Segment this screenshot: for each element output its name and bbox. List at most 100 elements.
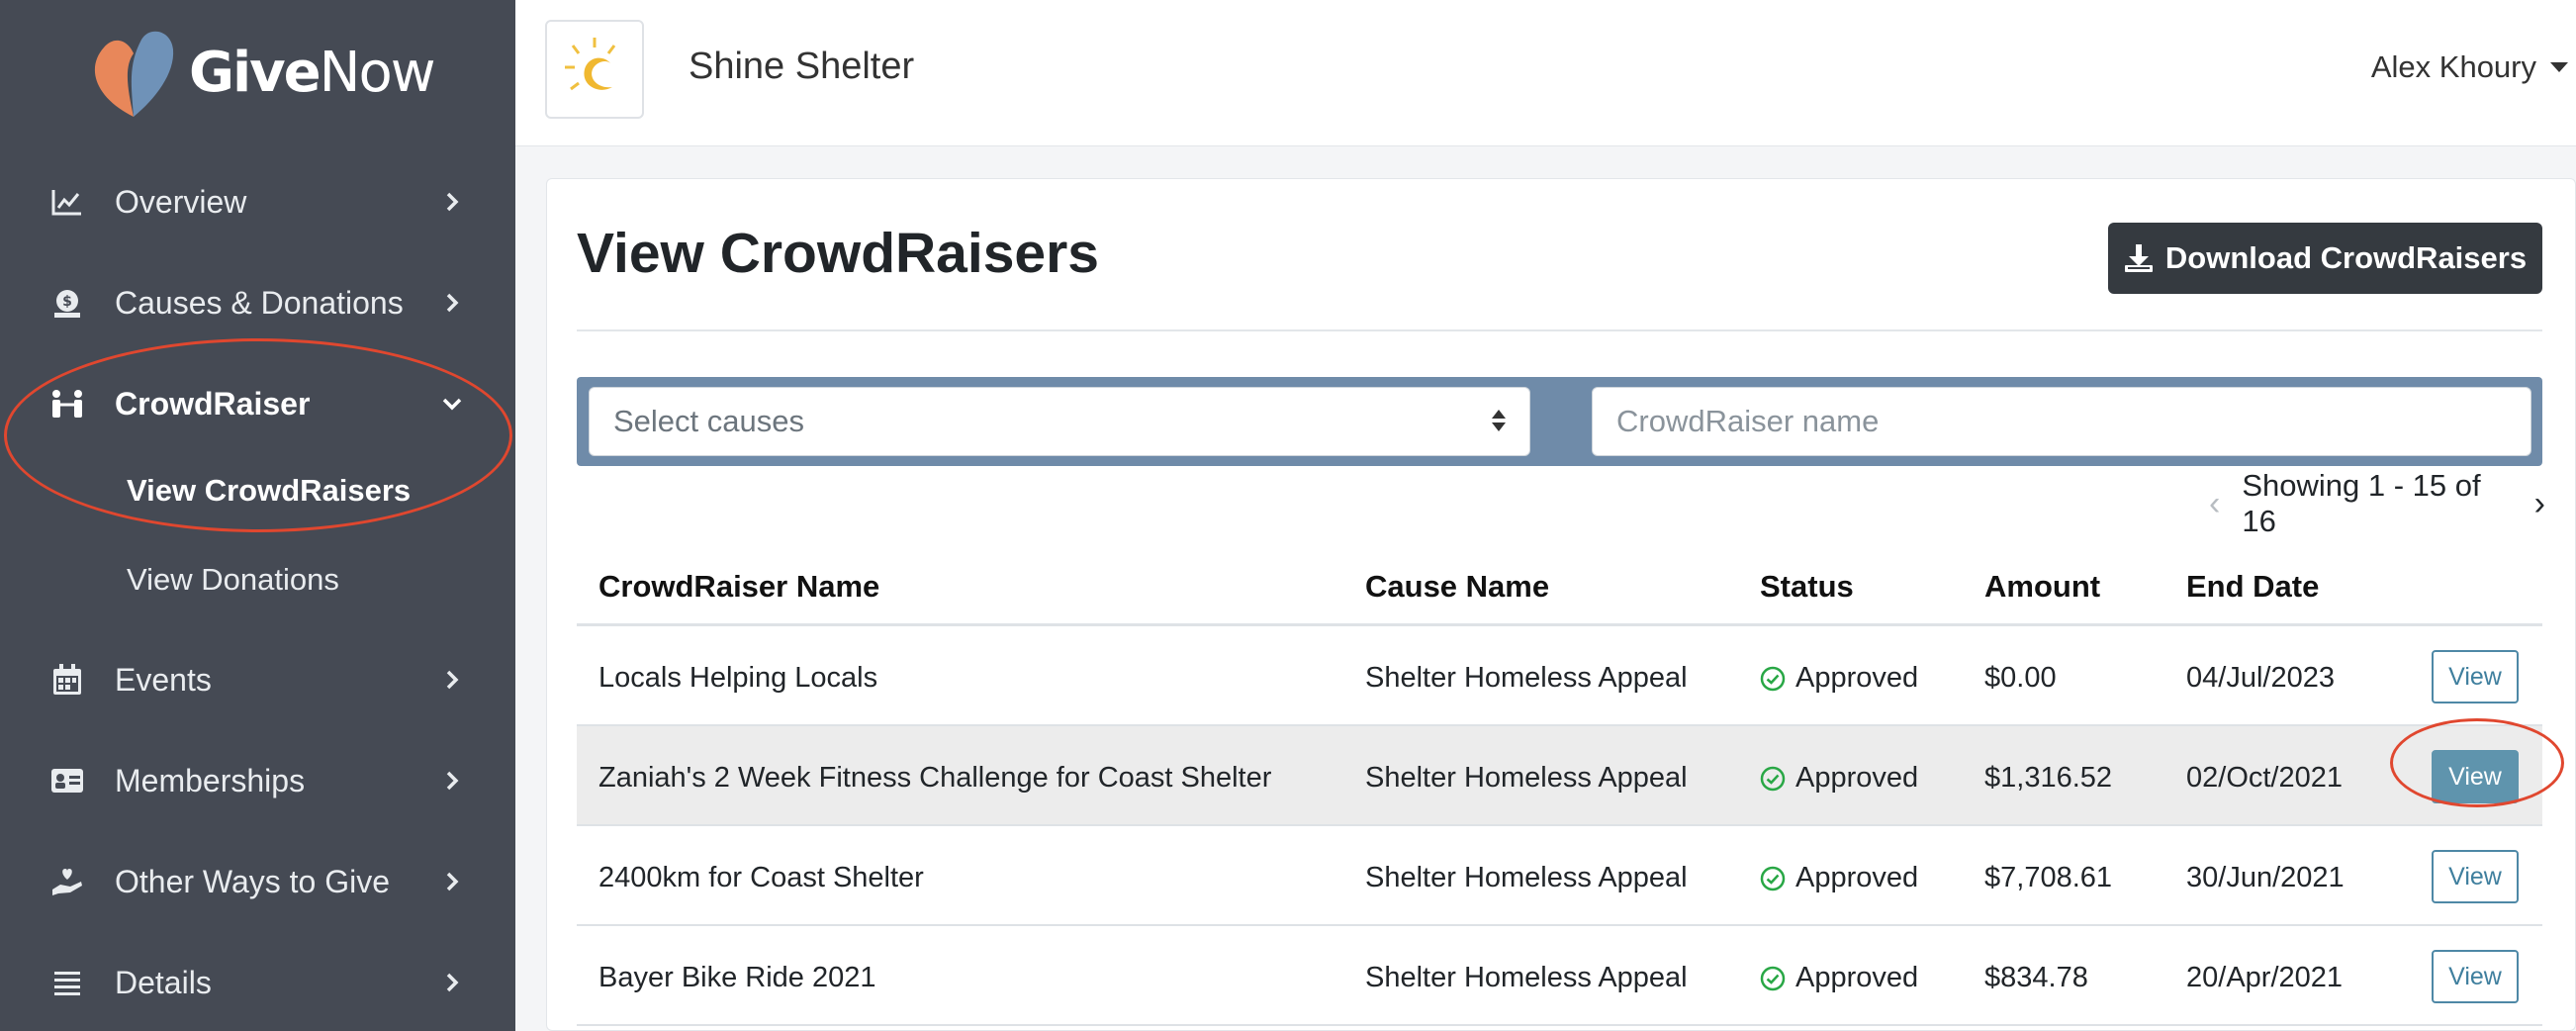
- givenow-logo[interactable]: GiveNow: [84, 18, 436, 127]
- cell-status: Approved: [1760, 962, 1918, 994]
- check-circle-icon: [1760, 866, 1786, 890]
- check-circle-icon: [1760, 666, 1786, 691]
- cell-cause-name: Shelter Homeless Appeal: [1365, 862, 1688, 893]
- top-header: Shine Shelter Alex Khoury: [515, 0, 2576, 146]
- check-circle-icon: [1760, 966, 1786, 990]
- cell-cause-name: Shelter Homeless Appeal: [1365, 962, 1688, 993]
- cell-amount: $7,708.61: [1984, 862, 2113, 893]
- cell-end-date: 02/Oct/2021: [2186, 762, 2343, 794]
- column-header-name[interactable]: CrowdRaiser Name: [598, 569, 879, 605]
- chevron-right-icon: [440, 190, 464, 214]
- view-button[interactable]: View: [2432, 950, 2519, 1003]
- cell-status: Approved: [1760, 762, 1918, 795]
- select-placeholder: Select causes: [613, 404, 804, 438]
- chevron-right-icon: [440, 291, 464, 315]
- pagination: ‹ Showing 1 - 15 of 16 ›: [2130, 468, 2545, 538]
- download-crowdraisers-button[interactable]: Download CrowdRaisers: [2108, 223, 2542, 294]
- sidebar-item-label: Details: [115, 964, 212, 1000]
- cell-end-date: 20/Apr/2021: [2186, 962, 2344, 993]
- cell-status: Approved: [1760, 862, 1918, 894]
- user-menu[interactable]: Alex Khoury: [2371, 49, 2568, 85]
- cell-cause-name: Shelter Homeless Appeal: [1365, 662, 1688, 694]
- sidebar: GiveNow Overview $ Causes & Donations Cr…: [0, 0, 515, 1031]
- main-card: View CrowdRaisers Download CrowdRaisers …: [546, 178, 2576, 1031]
- status-text: Approved: [1795, 662, 1919, 694]
- sidebar-item-label: Events: [115, 661, 212, 698]
- sidebar-item-label: Memberships: [115, 762, 306, 798]
- chevron-right-icon: [440, 769, 464, 793]
- table-row: Locals Helping Locals Shelter Homeless A…: [577, 626, 2542, 726]
- crowdraiser-name-input[interactable]: [1592, 387, 2531, 456]
- view-button[interactable]: View: [2432, 650, 2519, 703]
- calendar-icon: [49, 662, 85, 698]
- table-row: Zaniah's 2 Week Fitness Challenge for Co…: [577, 726, 2542, 826]
- column-header-cause[interactable]: Cause Name: [1365, 569, 1549, 605]
- filter-bar: Select causes: [577, 377, 2542, 466]
- column-header-status[interactable]: Status: [1760, 569, 1854, 605]
- svg-text:$: $: [62, 294, 72, 310]
- download-icon: [2124, 244, 2153, 272]
- sidebar-item-details[interactable]: Details: [0, 943, 515, 1022]
- chevron-down-icon: [440, 392, 464, 416]
- cell-amount: $1,316.52: [1984, 762, 2113, 794]
- cell-crowdraiser-name: Locals Helping Locals: [598, 662, 878, 694]
- sidebar-item-causes-donations[interactable]: $ Causes & Donations: [0, 263, 515, 342]
- money-bag-icon: $: [49, 285, 85, 321]
- table-row: Bayer Bike Ride 2021 Shelter Homeless Ap…: [577, 926, 2542, 1026]
- sort-arrows-icon: [1492, 410, 1506, 431]
- select-causes-dropdown[interactable]: Select causes: [589, 387, 1530, 456]
- sidebar-item-label: Overview: [115, 183, 247, 220]
- sidebar-item-label: Other Ways to Give: [115, 863, 390, 899]
- crowdraisers-table: CrowdRaiser Name Cause Name Status Amoun…: [577, 535, 2542, 1026]
- sidebar-item-crowdraiser[interactable]: CrowdRaiser: [0, 364, 515, 443]
- chevron-right-icon: [440, 668, 464, 692]
- people-icon: [49, 386, 85, 422]
- sun-logo-icon: [565, 38, 616, 91]
- sidebar-subitem-view-crowdraisers[interactable]: View CrowdRaisers: [127, 473, 411, 509]
- cell-amount: $0.00: [1984, 662, 2057, 694]
- caret-down-icon: [2550, 62, 2568, 72]
- cell-crowdraiser-name: Zaniah's 2 Week Fitness Challenge for Co…: [598, 762, 1272, 794]
- check-circle-icon: [1760, 766, 1786, 791]
- sidebar-item-overview[interactable]: Overview: [0, 162, 515, 241]
- list-icon: [49, 965, 85, 1000]
- cell-amount: $834.78: [1984, 962, 2088, 993]
- cell-crowdraiser-name: Bayer Bike Ride 2021: [598, 962, 876, 993]
- sidebar-item-label: CrowdRaiser: [115, 385, 311, 422]
- column-header-end-date[interactable]: End Date: [2186, 569, 2319, 605]
- status-text: Approved: [1795, 762, 1919, 794]
- page-title: View CrowdRaisers: [577, 222, 1100, 285]
- org-name: Shine Shelter: [689, 46, 915, 87]
- user-name: Alex Khoury: [2370, 49, 2536, 84]
- hand-heart-icon: [49, 864, 85, 899]
- divider: [577, 329, 2542, 331]
- status-text: Approved: [1795, 862, 1919, 893]
- cell-cause-name: Shelter Homeless Appeal: [1365, 762, 1688, 794]
- download-button-label: Download CrowdRaisers: [2164, 240, 2528, 275]
- logo-text: GiveNow: [189, 40, 436, 105]
- sidebar-subitem-view-donations[interactable]: View Donations: [127, 562, 339, 598]
- cell-crowdraiser-name: 2400km for Coast Shelter: [598, 862, 924, 893]
- cell-status: Approved: [1760, 662, 1918, 695]
- sidebar-item-other-ways-to-give[interactable]: Other Ways to Give: [0, 842, 515, 921]
- status-text: Approved: [1795, 962, 1919, 993]
- column-header-amount[interactable]: Amount: [1984, 569, 2100, 605]
- id-card-icon: [49, 763, 85, 798]
- sidebar-item-memberships[interactable]: Memberships: [0, 741, 515, 820]
- heart-logo-icon: [94, 31, 174, 117]
- org-logo[interactable]: [545, 20, 644, 119]
- view-button[interactable]: View: [2432, 750, 2519, 803]
- line-chart-icon: [49, 184, 85, 220]
- sidebar-item-events[interactable]: Events: [0, 640, 515, 719]
- chevron-right-icon: [440, 971, 464, 994]
- table-row: 2400km for Coast Shelter Shelter Homeles…: [577, 826, 2542, 926]
- sidebar-item-label: Causes & Donations: [115, 284, 404, 321]
- pagination-text: Showing 1 - 15 of 16: [2242, 468, 2481, 538]
- next-page-button[interactable]: ›: [2534, 485, 2545, 523]
- cell-end-date: 04/Jul/2023: [2186, 662, 2335, 694]
- table-header: CrowdRaiser Name Cause Name Status Amoun…: [577, 535, 2542, 626]
- prev-page-button[interactable]: ‹: [2209, 485, 2220, 523]
- cell-end-date: 30/Jun/2021: [2186, 862, 2345, 893]
- view-button[interactable]: View: [2432, 850, 2519, 903]
- chevron-right-icon: [440, 870, 464, 893]
